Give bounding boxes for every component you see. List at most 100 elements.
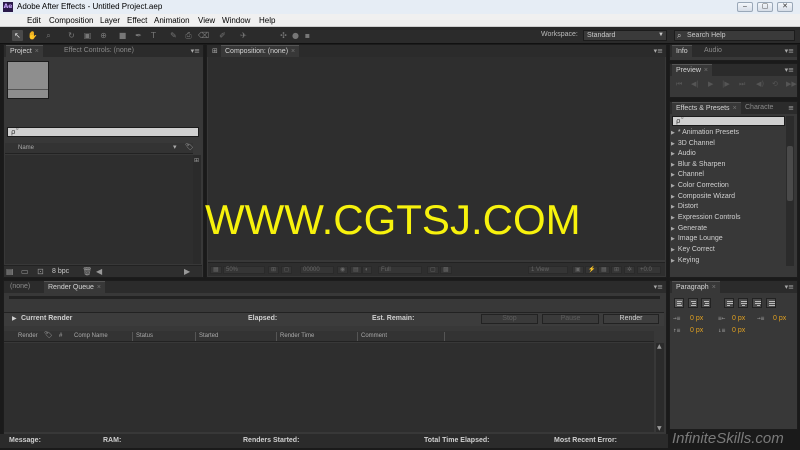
transparency-grid-icon[interactable]: ▩ [440,266,452,274]
brush-tool-icon[interactable]: ✎ [168,30,179,41]
effect-category-composite-wizard[interactable]: ▶ Composite Wizard [671,193,735,203]
bit-depth-label[interactable]: 8 bpc [52,268,69,275]
new-composition-icon[interactable]: ⊡ [37,267,44,276]
eraser-tool-icon[interactable]: ⌫ [198,30,209,41]
hand-tool-icon[interactable]: ✋ [27,30,38,41]
status-column[interactable]: Status [136,333,153,339]
tab-character[interactable]: Characte [741,102,777,114]
snapshot-icon[interactable]: ◉ [337,266,349,274]
pan-behind-tool-icon[interactable]: ⊕ [98,30,109,41]
number-column[interactable]: # [59,333,62,339]
tab-preview[interactable]: Preview × [672,64,712,76]
project-name-column-header[interactable]: Name ▾ 🏷 [5,143,194,154]
close-tab-icon[interactable]: × [291,48,295,55]
tab-render-queue[interactable]: Render Queue × [44,281,106,293]
menu-window[interactable]: Window [222,16,250,25]
chevron-down-icon[interactable]: ▾ [173,143,177,151]
justify-all-button[interactable] [766,298,776,308]
panel-menu-icon[interactable]: ▾≡ [785,47,794,55]
tab-timeline-none[interactable]: (none) [6,281,34,293]
exposure-value[interactable]: +0.0 [637,266,661,274]
flowchart-icon[interactable]: ⊞ [194,157,199,164]
view-axis-icon[interactable]: ▪ [302,30,313,41]
effect-category-generate[interactable]: ▶ Generate [671,225,707,235]
mask-visibility-icon[interactable]: ◻ [281,266,292,274]
panel-menu-icon[interactable]: ▾≡ [785,66,794,74]
effect-category-image-lounge[interactable]: ▶ Image Lounge [671,235,723,245]
pause-button[interactable]: Pause [542,314,599,324]
maximize-button[interactable]: ▢ [757,2,773,12]
resolution-select[interactable]: Full [378,266,422,274]
align-right-button[interactable] [701,298,711,308]
effects-scrollbar[interactable] [786,116,794,266]
world-axis-icon[interactable]: ● [290,30,301,41]
loop-icon[interactable]: ⟲ [772,80,778,88]
pen-tool-icon[interactable]: ✒ [133,30,144,41]
always-preview-icon[interactable]: ▦ [210,266,222,274]
selection-tool-icon[interactable]: ↖ [12,30,23,41]
magnification-select[interactable]: 50% [223,266,265,274]
minimize-button[interactable]: – [737,2,753,12]
fast-previews-icon[interactable]: ⚡ [585,266,599,274]
puppet-pin-tool-icon[interactable]: ✈ [238,30,249,41]
label-tag-icon[interactable]: 🏷 [44,331,53,339]
workspace-select[interactable]: Standard ▼ [583,30,667,41]
stop-button[interactable]: Stop [481,314,538,324]
menu-layer[interactable]: Layer [100,16,120,25]
show-snapshot-icon[interactable]: ▤ [350,266,362,274]
scroll-down-icon[interactable]: ▼ [657,425,662,432]
roto-brush-tool-icon[interactable]: ✐ [217,30,228,41]
tab-effects-presets[interactable]: Effects & Presets × [672,102,741,114]
effect-category-distort[interactable]: ▶ Distort [671,203,698,213]
exposure-icon[interactable]: ✲ [624,266,636,274]
label-tag-icon[interactable]: 🏷 [185,143,194,151]
trash-icon[interactable]: 🗑 [82,267,92,276]
close-tab-icon[interactable]: × [712,284,716,291]
panel-menu-icon[interactable]: ▾≡ [785,283,794,291]
effect-category-key-correct[interactable]: ▶ Key Correct [671,246,715,256]
timeline-icon[interactable]: ▦ [598,266,610,274]
align-center-button[interactable] [688,298,698,308]
axis-mode-icon[interactable]: ✣ [278,30,289,41]
rectangle-tool-icon[interactable]: ■ [117,30,128,41]
project-items-list[interactable] [5,155,193,264]
tab-project[interactable]: Project × [6,45,43,57]
next-frame-icon[interactable]: |▶ [722,80,730,88]
play-icon[interactable]: ▶ [708,80,713,88]
menu-composition[interactable]: Composition [49,16,93,25]
last-frame-icon[interactable]: ⏭ [739,80,745,89]
ram-preview-icon[interactable]: ▶▶ [786,80,797,88]
effect-category-color-correction[interactable]: ▶ Color Correction [671,182,729,192]
tab-paragraph[interactable]: Paragraph × [672,281,720,293]
project-scrollbar[interactable]: ⊞ [193,155,201,264]
first-line-indent-field[interactable]: 0 px [773,315,786,322]
tab-info[interactable]: Info [672,45,692,57]
justify-last-right-button[interactable] [752,298,762,308]
comp-name-column[interactable]: Comp Name [74,333,108,339]
effect-category-channel[interactable]: ▶ Channel [671,171,704,181]
effect-category-audio[interactable]: ▶ Audio [671,150,696,160]
toggle-pixel-aspect-icon[interactable]: ▣ [572,266,584,274]
justify-last-left-button[interactable] [724,298,734,308]
effects-scrollbar-thumb[interactable] [787,146,793,201]
scroll-up-icon[interactable]: ▲ [657,343,662,350]
region-of-interest-icon[interactable]: ▢ [427,266,439,274]
effects-search-input[interactable]: ρ˜ [672,116,785,126]
render-queue-list[interactable] [4,343,654,432]
started-column[interactable]: Started [199,333,218,339]
view-layout-select[interactable]: 1 View [528,266,568,274]
previous-frame-icon[interactable]: ◀| [691,80,699,88]
effect-category-blur-sharpen[interactable]: ▶ Blur & Sharpen [671,161,725,171]
new-folder-icon[interactable]: ▭ [21,267,29,276]
lock-icon[interactable]: ⊞ [212,47,218,55]
type-tool-icon[interactable]: T [148,30,159,41]
render-queue-scrollbar[interactable]: ▲ ▼ [656,343,664,432]
rotation-tool-icon[interactable]: ↻ [66,30,77,41]
panel-menu-icon[interactable]: ≡ [788,104,794,112]
timecode-field[interactable]: 00000 [300,266,334,274]
project-search-input[interactable]: ρ˜ [7,127,199,137]
menu-edit[interactable]: Edit [27,16,41,25]
color-channel-icon[interactable]: ◐ [362,266,372,274]
comment-column[interactable]: Comment [361,333,387,339]
close-tab-icon[interactable]: × [704,67,708,74]
